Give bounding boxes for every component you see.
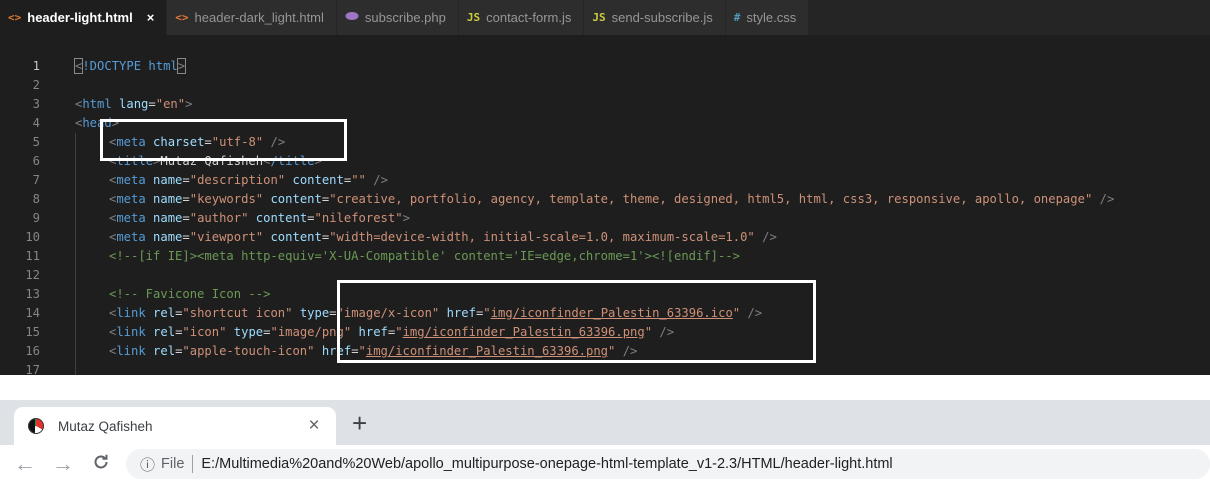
code-line: 2 xyxy=(0,76,1210,95)
close-icon[interactable]: × xyxy=(147,10,155,25)
code-line: 1 <!DOCTYPE html> xyxy=(0,57,1210,76)
line-number: 11 xyxy=(25,249,40,263)
code-line: 12 xyxy=(0,266,1210,285)
tab-label: subscribe.php xyxy=(364,10,446,25)
code-line: 14 <link rel="shortcut icon" type="image/… xyxy=(0,304,1210,323)
line-number: 12 xyxy=(25,268,40,282)
tab-subscribe-php[interactable]: subscribe.php xyxy=(336,0,459,35)
line-number: 7 xyxy=(32,173,40,187)
url-text[interactable]: E:/Multimedia%20and%20Web/apollo_multipu… xyxy=(201,456,892,472)
code-line: 8 <meta name="keywords" content="creative… xyxy=(0,190,1210,209)
line-number: 15 xyxy=(25,325,40,339)
line-number: 14 xyxy=(25,306,40,320)
code-area[interactable]: 1 <!DOCTYPE html> 2 3 <html lang="en"> 4 <h… xyxy=(0,57,1210,375)
line-number: 8 xyxy=(32,192,40,206)
code-line: 7 <meta name="description" content="" /> xyxy=(0,171,1210,190)
tab-label: contact-form.js xyxy=(486,10,572,25)
reload-icon[interactable] xyxy=(82,451,120,477)
css-file-icon: # xyxy=(733,11,741,24)
tab-label: style.css xyxy=(746,10,797,25)
code-line: 17 xyxy=(0,361,1210,375)
code-line: 13 <!-- Favicone Icon --> xyxy=(0,285,1210,304)
tab-header-dark-light-html[interactable]: <> header-dark_light.html xyxy=(167,0,337,35)
browser-toolbar: ← → ⓘ File E:/Multimedia%20and%20Web/apo… xyxy=(0,445,1210,483)
line-number: 2 xyxy=(32,78,40,92)
php-file-icon xyxy=(345,11,359,24)
address-bar[interactable]: ⓘ File E:/Multimedia%20and%20Web/apollo_… xyxy=(126,449,1210,479)
editor-tab-bar: <> header-light.html × <> header-dark_li… xyxy=(0,0,1210,35)
code-line: 9 <meta name="author" content="nileforest… xyxy=(0,209,1210,228)
browser-tab[interactable]: Mutaz Qafisheh × xyxy=(14,407,336,445)
html-file-icon: <> xyxy=(175,11,189,24)
html-file-icon: <> xyxy=(8,11,22,24)
code-line: 10 <meta name="viewport" content="width=d… xyxy=(0,228,1210,247)
line-number: 10 xyxy=(25,230,40,244)
tab-style-css[interactable]: # style.css xyxy=(725,0,810,35)
line-number: 3 xyxy=(32,97,40,111)
info-icon[interactable]: ⓘ xyxy=(140,454,155,475)
code-line: 3 <html lang="en"> xyxy=(0,95,1210,114)
scheme-label: File xyxy=(161,456,185,472)
line-number: 6 xyxy=(32,154,40,168)
code-editor: <> header-light.html × <> header-dark_li… xyxy=(0,0,1210,375)
tab-label: header-dark_light.html xyxy=(194,10,324,25)
code-line: 5 <meta charset="utf-8" /> xyxy=(0,133,1210,152)
code-line: 16 <link rel="apple-touch-icon" href="img… xyxy=(0,342,1210,361)
line-number: 13 xyxy=(25,287,40,301)
browser-window: Mutaz Qafisheh × + ← → ⓘ File E:/Multime… xyxy=(0,400,1210,483)
js-file-icon: JS xyxy=(592,11,606,24)
tab-header-light-html[interactable]: <> header-light.html × xyxy=(0,0,168,35)
line-number: 1 xyxy=(32,59,40,73)
code-line: 15 <link rel="icon" type="image/png" href… xyxy=(0,323,1210,342)
line-number: 16 xyxy=(25,344,40,358)
back-arrow-icon[interactable]: ← xyxy=(6,451,44,477)
browser-tab-title: Mutaz Qafisheh xyxy=(58,418,153,434)
new-tab-icon[interactable]: + xyxy=(352,408,367,439)
js-file-icon: JS xyxy=(466,11,481,24)
tab-send-subscribe-js[interactable]: JS send-subscribe.js xyxy=(584,0,726,35)
line-number: 17 xyxy=(25,363,40,375)
palestine-flag-favicon-icon xyxy=(28,418,44,434)
line-number: 5 xyxy=(32,135,40,149)
code-line: 11 <!--[if IE]><meta http-equiv='X-UA-Com… xyxy=(0,247,1210,266)
forward-arrow-icon[interactable]: → xyxy=(44,451,82,477)
browser-tab-strip: Mutaz Qafisheh × + xyxy=(0,400,1210,445)
tab-label: send-subscribe.js xyxy=(611,10,713,25)
code-line: 6 <title>Mutaz Qafisheh</title> xyxy=(0,152,1210,171)
tab-contact-form-js[interactable]: JS contact-form.js xyxy=(458,0,585,35)
line-number: 4 xyxy=(32,116,40,130)
close-icon[interactable]: × xyxy=(304,415,324,437)
tab-label: header-light.html xyxy=(27,10,133,25)
code-line: 4 <head> xyxy=(0,114,1210,133)
divider xyxy=(192,455,194,473)
line-number: 9 xyxy=(32,211,40,225)
